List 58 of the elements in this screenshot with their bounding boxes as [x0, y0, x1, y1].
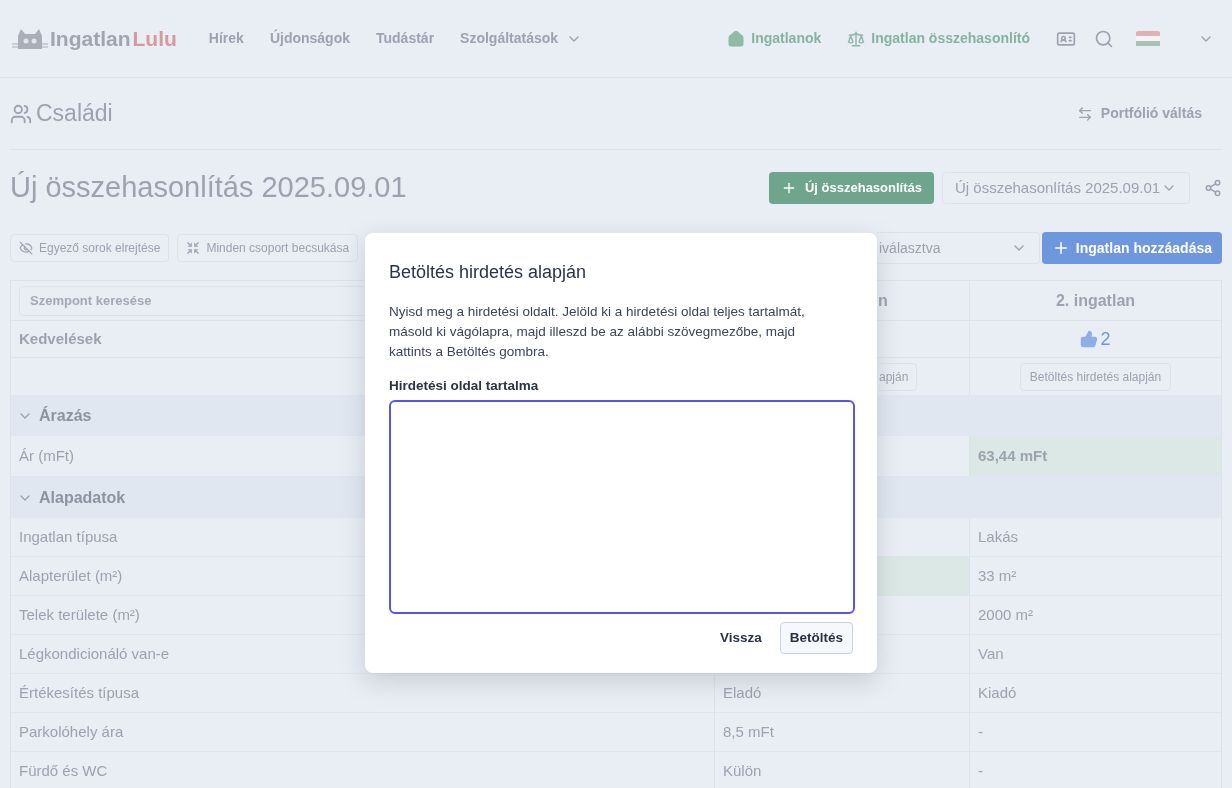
- search-icon[interactable]: [1094, 28, 1114, 49]
- eye-off-icon: [19, 241, 33, 255]
- back-button[interactable]: Vissza: [717, 622, 764, 655]
- scale-icon: [847, 29, 866, 48]
- table-cell: Kiadó: [969, 674, 1221, 712]
- row-label: Ár (mFt): [19, 445, 74, 466]
- users-icon: [10, 102, 32, 125]
- comparison-title: Új összehasonlítás 2025.09.01: [10, 170, 407, 206]
- nav-link[interactable]: Újdonságok: [269, 28, 350, 49]
- row-label: Fürdő és WC: [19, 760, 108, 781]
- flag-icon[interactable]: [1136, 30, 1160, 47]
- dialog-description: Nyisd meg a hirdetési oldalt. Jelöld ki a hirdetési oldal teljes tartalmát, másold ki vágólapra, majd illeszd be az alábbi szövegmezőbe, majd kattints a Betöltés gombra.: [389, 303, 806, 361]
- nav-link[interactable]: Szolgáltatások: [460, 28, 583, 49]
- row-label: Kedvelések: [19, 328, 102, 349]
- table-cell: 33 m²: [969, 557, 1221, 595]
- cat-logo-icon: [12, 27, 48, 50]
- field-label: Hirdetési oldal tartalma: [389, 377, 540, 395]
- comparison-select[interactable]: Új összehasonlítás 2025.09.01: [942, 172, 1190, 204]
- nav-link[interactable]: Tudástár: [376, 28, 435, 49]
- column-header: n: [878, 290, 888, 311]
- row-label: Légkondicionáló van-e: [19, 643, 170, 664]
- dialog-title: Betöltés hirdetés alapján: [389, 261, 588, 284]
- load-listing-button[interactable]: apján: [879, 362, 918, 391]
- nav-link[interactable]: Ingatlanok: [727, 28, 822, 49]
- load-listing-button[interactable]: Betöltés hirdetés alapján: [1019, 362, 1172, 391]
- text-area[interactable]: [389, 400, 855, 615]
- table-cell: -: [969, 713, 1221, 751]
- table-cell: 8,5 mFt: [714, 713, 969, 751]
- logo[interactable]: IngatlanLulu: [12, 22, 177, 55]
- toolbar-button[interactable]: Minden csoport becsukása: [177, 234, 359, 262]
- column-header: 2. ingatlan: [969, 281, 1221, 320]
- house-icon: [727, 29, 746, 48]
- row-label: Értékesítés típusa: [19, 682, 140, 703]
- row-label: Alapterület (m²): [19, 565, 123, 586]
- table-cell: Külön: [714, 752, 969, 788]
- table-cell: 2000 m²: [969, 596, 1221, 634]
- table-cell: 63,44 mFt: [969, 436, 1221, 476]
- portfolio-switch-button[interactable]: Portfólió váltás: [1076, 103, 1202, 124]
- property-select[interactable]: iválasztva: [877, 232, 1040, 264]
- new-comparison-button[interactable]: Új összehasonlítás: [768, 172, 934, 204]
- row-label: Ingatlan típusa: [19, 526, 118, 547]
- table-cell: -: [969, 752, 1221, 788]
- add-property-button[interactable]: Ingatlan hozzáadása: [1041, 232, 1222, 264]
- portfolio-name: Családi: [36, 99, 113, 129]
- row-label: Parkolóhely ára: [19, 721, 124, 742]
- swap-icon: [1076, 105, 1093, 122]
- likes-count: 2: [1100, 327, 1111, 351]
- table-cell: Eladó: [714, 674, 969, 712]
- nav-link[interactable]: Ingatlan összehasonlító: [847, 28, 1030, 49]
- nav-link[interactable]: Hírek: [208, 28, 244, 49]
- row-label: Telek területe (m²): [19, 604, 140, 625]
- share-icon[interactable]: [1204, 179, 1222, 197]
- toolbar-button[interactable]: Egyező sorok elrejtése: [10, 234, 170, 262]
- collapse-icon: [186, 241, 201, 255]
- load-button[interactable]: Betöltés: [779, 622, 853, 655]
- thumbs-up-icon[interactable]: [1080, 330, 1099, 348]
- table-cell: Lakás: [969, 518, 1221, 556]
- table-cell: Van: [969, 635, 1221, 673]
